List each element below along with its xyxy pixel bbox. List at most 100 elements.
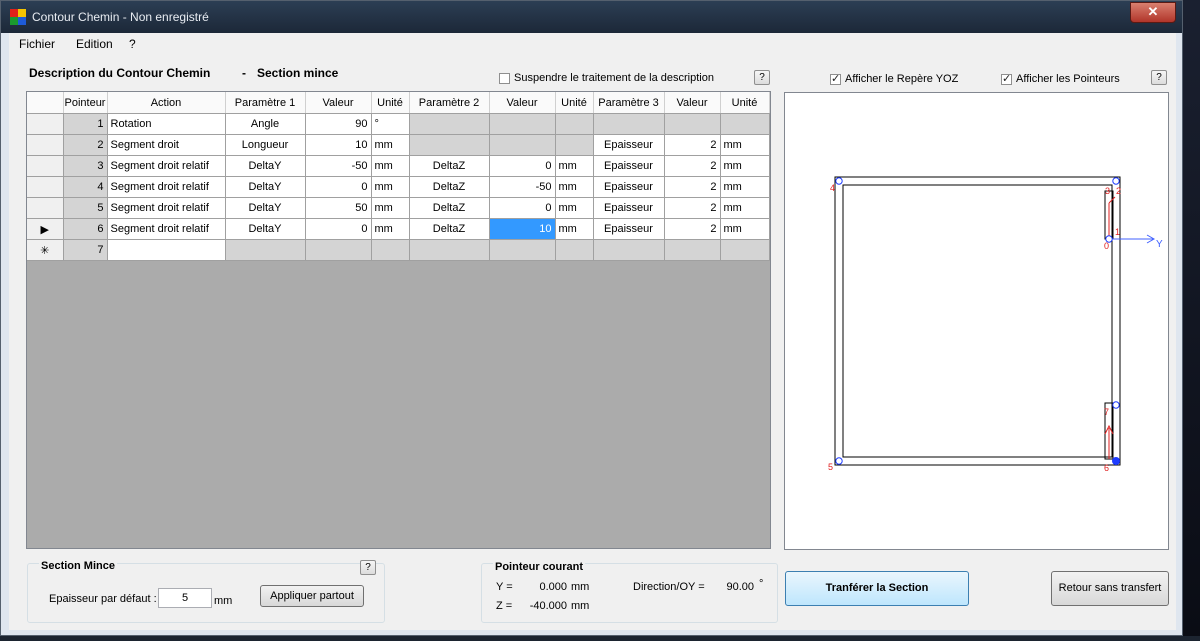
row-header-marker[interactable]	[27, 155, 64, 177]
table-cell[interactable]: 50	[305, 197, 372, 219]
table-cell[interactable]: 2	[63, 134, 108, 156]
row-header-marker[interactable]	[27, 113, 64, 135]
return-without-transfer-button[interactable]: Retour sans transfert	[1051, 571, 1169, 606]
menu-fichier[interactable]: Fichier	[19, 37, 55, 51]
table-cell[interactable]: Epaisseur	[593, 218, 665, 240]
table-cell[interactable]: 2	[664, 176, 721, 198]
table-cell[interactable]: DeltaY	[225, 218, 306, 240]
table-cell[interactable]: 7	[63, 239, 108, 261]
description-grid[interactable]: Pointeur Action Paramètre 1 Valeur Unité…	[26, 91, 771, 549]
table-cell[interactable]: DeltaZ	[409, 155, 490, 177]
table-cell[interactable]: mm	[371, 197, 410, 219]
table-cell[interactable]: 10	[489, 218, 556, 240]
column-header[interactable]: Paramètre 1	[225, 92, 306, 114]
table-cell[interactable]: DeltaY	[225, 155, 306, 177]
table-cell[interactable]	[555, 239, 594, 261]
help-description-button[interactable]: ?	[754, 70, 770, 85]
table-cell[interactable]: mm	[555, 218, 594, 240]
table-cell[interactable]: mm	[555, 176, 594, 198]
table-row[interactable]: ▶ 6 Segment droit relatif DeltaY 0 mm DeltaZ 10…	[27, 218, 770, 240]
table-cell[interactable]: Epaisseur	[593, 134, 665, 156]
table-cell[interactable]	[371, 239, 410, 261]
column-header[interactable]: Unité	[720, 92, 770, 114]
close-icon[interactable]: ✕	[1130, 2, 1176, 23]
table-cell[interactable]	[664, 113, 721, 135]
table-cell[interactable]	[107, 239, 226, 261]
table-cell[interactable]: 90	[305, 113, 372, 135]
table-cell[interactable]: mm	[720, 134, 770, 156]
column-header[interactable]: Valeur	[305, 92, 372, 114]
table-cell[interactable]	[593, 239, 665, 261]
table-row[interactable]: 2 Segment droit Longueur 10 mm Epaisseur 2 mm	[27, 134, 770, 156]
table-cell[interactable]: Segment droit	[107, 134, 226, 156]
table-cell[interactable]: 3	[63, 155, 108, 177]
menu-edition[interactable]: Edition	[76, 37, 113, 51]
table-cell[interactable]	[225, 239, 306, 261]
table-cell[interactable]	[720, 113, 770, 135]
table-cell[interactable]	[489, 134, 556, 156]
table-cell[interactable]: Segment droit relatif	[107, 176, 226, 198]
table-cell[interactable]: mm	[720, 155, 770, 177]
table-cell[interactable]	[489, 113, 556, 135]
table-cell[interactable]: Segment droit relatif	[107, 218, 226, 240]
table-cell[interactable]: Rotation	[107, 113, 226, 135]
column-header[interactable]: Unité	[555, 92, 594, 114]
table-cell[interactable]: 6	[63, 218, 108, 240]
section-preview-canvas[interactable]: 4 3 2 0 1 5 6 7 Y	[784, 92, 1169, 550]
column-header[interactable]: Valeur	[489, 92, 556, 114]
table-cell[interactable]: 0	[305, 176, 372, 198]
table-cell[interactable]: mm	[555, 155, 594, 177]
show-pointers-checkbox[interactable]	[1001, 72, 1012, 85]
table-cell[interactable]	[720, 239, 770, 261]
table-cell[interactable]: Epaisseur	[593, 155, 665, 177]
column-header[interactable]: Paramètre 3	[593, 92, 665, 114]
table-cell[interactable]: Segment droit relatif	[107, 197, 226, 219]
menu-help[interactable]: ?	[129, 37, 136, 51]
table-cell[interactable]	[409, 134, 490, 156]
row-header-marker[interactable]	[27, 197, 64, 219]
table-cell[interactable]	[409, 239, 490, 261]
table-cell[interactable]: Epaisseur	[593, 176, 665, 198]
table-cell[interactable]: 2	[664, 134, 721, 156]
table-cell[interactable]: mm	[720, 197, 770, 219]
table-cell[interactable]: °	[371, 113, 410, 135]
table-cell[interactable]: DeltaZ	[409, 176, 490, 198]
table-cell[interactable]: Longueur	[225, 134, 306, 156]
transfer-section-button[interactable]: Tranférer la Section	[785, 571, 969, 606]
column-header[interactable]: Pointeur	[63, 92, 108, 114]
table-cell[interactable]: mm	[555, 197, 594, 219]
table-cell[interactable]: DeltaY	[225, 197, 306, 219]
table-cell[interactable]: 4	[63, 176, 108, 198]
table-cell[interactable]: mm	[371, 176, 410, 198]
table-cell[interactable]: -50	[305, 155, 372, 177]
table-row[interactable]: 1 Rotation Angle 90 °	[27, 113, 770, 135]
table-cell[interactable]: Epaisseur	[593, 197, 665, 219]
table-cell[interactable]: mm	[371, 134, 410, 156]
row-header-marker[interactable]: ▶	[27, 218, 64, 240]
table-cell[interactable]	[305, 239, 372, 261]
table-cell[interactable]: DeltaZ	[409, 218, 490, 240]
column-header[interactable]: Action	[107, 92, 226, 114]
table-cell[interactable]: 5	[63, 197, 108, 219]
show-yoz-checkbox[interactable]	[830, 72, 841, 85]
row-header-marker[interactable]	[27, 134, 64, 156]
column-header[interactable]: Unité	[371, 92, 410, 114]
row-header-marker[interactable]: ✳	[27, 239, 64, 261]
table-cell[interactable]: 0	[489, 197, 556, 219]
table-row[interactable]: 5 Segment droit relatif DeltaY 50 mm DeltaZ 0 m…	[27, 197, 770, 219]
help-display-button[interactable]: ?	[1151, 70, 1167, 85]
apply-everywhere-button[interactable]: Appliquer partout	[260, 585, 364, 607]
table-cell[interactable]	[489, 239, 556, 261]
help-section-button[interactable]: ?	[360, 560, 376, 575]
table-cell[interactable]: 2	[664, 197, 721, 219]
column-header[interactable]: Valeur	[664, 92, 721, 114]
table-row[interactable]: 4 Segment droit relatif DeltaY 0 mm DeltaZ -50…	[27, 176, 770, 198]
row-header-marker[interactable]	[27, 176, 64, 198]
suspend-checkbox[interactable]	[499, 73, 510, 84]
table-cell[interactable]: mm	[720, 218, 770, 240]
table-cell[interactable]: 1	[63, 113, 108, 135]
table-cell[interactable]	[555, 134, 594, 156]
table-cell[interactable]: Segment droit relatif	[107, 155, 226, 177]
table-cell[interactable]: mm	[720, 176, 770, 198]
table-cell[interactable]	[664, 239, 721, 261]
